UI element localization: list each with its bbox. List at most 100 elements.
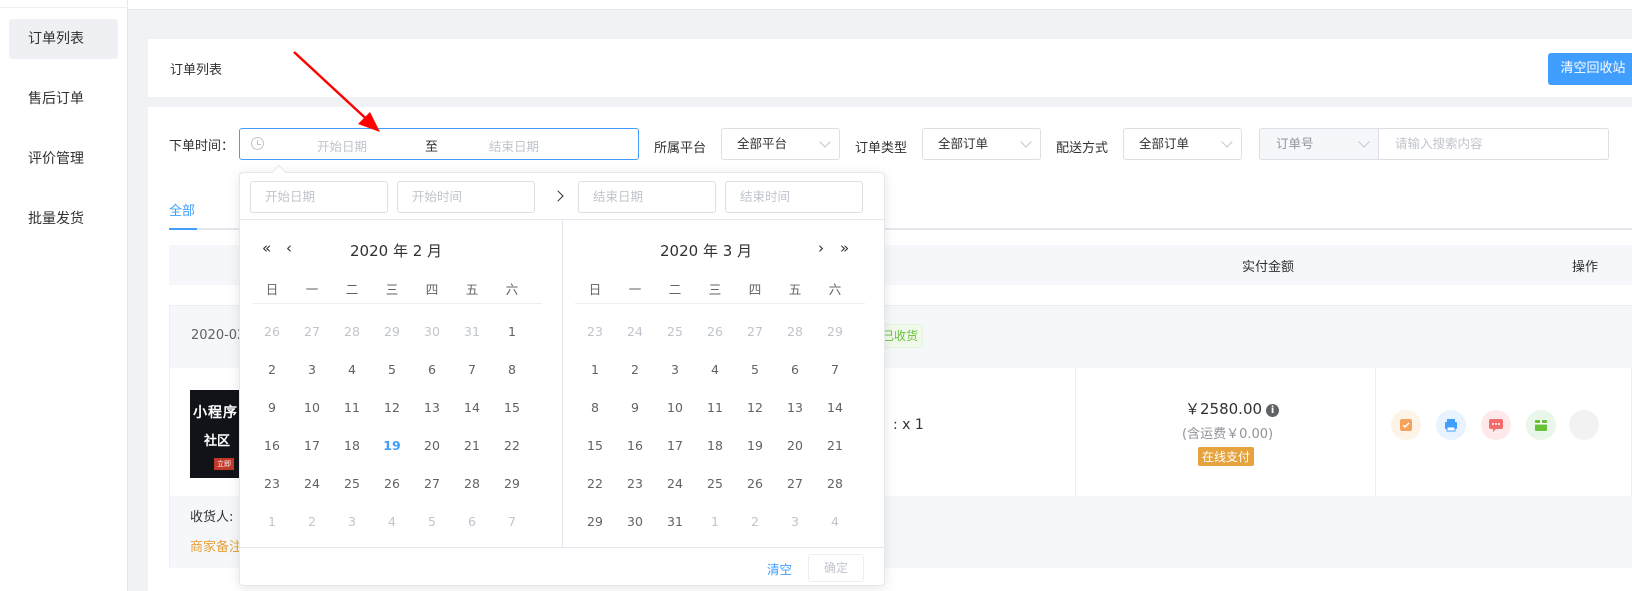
- calendar-day-outside[interactable]: 1: [695, 503, 735, 541]
- calendar-day-outside[interactable]: 3: [332, 503, 372, 541]
- calendar-day[interactable]: 13: [775, 389, 815, 427]
- calendar-day[interactable]: 24: [655, 465, 695, 503]
- picker-confirm-button[interactable]: 确定: [808, 554, 864, 582]
- calendar-day-outside[interactable]: 27: [292, 313, 332, 351]
- calendar-day[interactable]: 21: [815, 427, 855, 465]
- calendar-day[interactable]: 14: [815, 389, 855, 427]
- calendar-day-outside[interactable]: 27: [735, 313, 775, 351]
- calendar-day[interactable]: 6: [412, 351, 452, 389]
- calendar-day[interactable]: 21: [452, 427, 492, 465]
- calendar-day[interactable]: 20: [775, 427, 815, 465]
- calendar-day[interactable]: 11: [332, 389, 372, 427]
- sidebar-item-batch-ship[interactable]: 批量发货: [9, 199, 118, 239]
- next-month-icon[interactable]: ›: [818, 239, 824, 257]
- calendar-day-outside[interactable]: 7: [492, 503, 532, 541]
- calendar-day[interactable]: 28: [815, 465, 855, 503]
- calendar-day[interactable]: 16: [252, 427, 292, 465]
- calendar-day-outside[interactable]: 1: [252, 503, 292, 541]
- calendar-day[interactable]: 15: [575, 427, 615, 465]
- calendar-day[interactable]: 25: [332, 465, 372, 503]
- calendar-day[interactable]: 10: [292, 389, 332, 427]
- calendar-day[interactable]: 27: [412, 465, 452, 503]
- calendar-day-outside[interactable]: 28: [332, 313, 372, 351]
- calendar-day-outside[interactable]: 29: [372, 313, 412, 351]
- calendar-day[interactable]: 18: [695, 427, 735, 465]
- calendar-day[interactable]: 15: [492, 389, 532, 427]
- calendar-day[interactable]: 26: [735, 465, 775, 503]
- tab-all[interactable]: 全部: [169, 200, 195, 219]
- calendar-day[interactable]: 10: [655, 389, 695, 427]
- calendar-day-outside[interactable]: 28: [775, 313, 815, 351]
- order-type-select[interactable]: 全部订单: [922, 128, 1041, 160]
- calendar-day[interactable]: 22: [575, 465, 615, 503]
- calendar-day[interactable]: 9: [615, 389, 655, 427]
- picker-clear-button[interactable]: 清空: [767, 559, 792, 578]
- calendar-day-outside[interactable]: 5: [412, 503, 452, 541]
- calendar-day[interactable]: 7: [452, 351, 492, 389]
- calendar-day-outside[interactable]: 29: [815, 313, 855, 351]
- prev-month-icon[interactable]: ‹: [286, 239, 292, 257]
- calendar-day[interactable]: 17: [292, 427, 332, 465]
- next-year-icon[interactable]: »: [840, 239, 849, 257]
- picker-end-date-input[interactable]: 结束日期: [578, 181, 716, 213]
- calendar-day-outside[interactable]: 30: [412, 313, 452, 351]
- calendar-day-outside[interactable]: 31: [452, 313, 492, 351]
- calendar-day[interactable]: 19: [735, 427, 775, 465]
- calendar-day[interactable]: 16: [615, 427, 655, 465]
- prev-year-icon[interactable]: «: [262, 239, 271, 257]
- info-icon[interactable]: i: [1266, 404, 1280, 417]
- calendar-day[interactable]: 27: [775, 465, 815, 503]
- calendar-day[interactable]: 2: [252, 351, 292, 389]
- calendar-day[interactable]: 2: [615, 351, 655, 389]
- calendar-day[interactable]: 22: [492, 427, 532, 465]
- calendar-day[interactable]: 1: [575, 351, 615, 389]
- picker-end-time-input[interactable]: 结束时间: [725, 181, 863, 213]
- message-button[interactable]: [1481, 410, 1511, 440]
- calendar-day[interactable]: 5: [372, 351, 412, 389]
- calendar-day[interactable]: 14: [452, 389, 492, 427]
- calendar-day-outside[interactable]: 25: [655, 313, 695, 351]
- picker-start-time-input[interactable]: 开始时间: [397, 181, 535, 213]
- confirm-order-button[interactable]: [1391, 410, 1421, 440]
- calendar-day[interactable]: 7: [815, 351, 855, 389]
- calendar-day-outside[interactable]: 24: [615, 313, 655, 351]
- calendar-day[interactable]: 23: [252, 465, 292, 503]
- calendar-day[interactable]: 6: [775, 351, 815, 389]
- calendar-day[interactable]: 28: [452, 465, 492, 503]
- calendar-day[interactable]: 30: [615, 503, 655, 541]
- calendar-day[interactable]: 29: [575, 503, 615, 541]
- calendar-day[interactable]: 24: [292, 465, 332, 503]
- calendar-day[interactable]: 25: [695, 465, 735, 503]
- print-order-button[interactable]: [1436, 410, 1466, 440]
- calendar-day[interactable]: 18: [332, 427, 372, 465]
- calendar-day[interactable]: 13: [412, 389, 452, 427]
- platform-select[interactable]: 全部平台: [721, 128, 840, 160]
- calendar-day[interactable]: 3: [292, 351, 332, 389]
- calendar-day-outside[interactable]: 2: [735, 503, 775, 541]
- calendar-day[interactable]: 20: [412, 427, 452, 465]
- calendar-day-outside[interactable]: 26: [252, 313, 292, 351]
- search-input[interactable]: 请输入搜索内容: [1379, 128, 1609, 160]
- calendar-day[interactable]: 11: [695, 389, 735, 427]
- calendar-day[interactable]: 26: [372, 465, 412, 503]
- calendar-day[interactable]: 19: [372, 427, 412, 465]
- calendar-day-outside[interactable]: 4: [815, 503, 855, 541]
- clear-recycle-bin-button[interactable]: 清空回收站: [1548, 53, 1632, 85]
- calendar-day-outside[interactable]: 3: [775, 503, 815, 541]
- calendar-day[interactable]: 17: [655, 427, 695, 465]
- search-field-select[interactable]: 订单号: [1259, 128, 1379, 160]
- calendar-day[interactable]: 29: [492, 465, 532, 503]
- delivery-select[interactable]: 全部订单: [1123, 128, 1242, 160]
- calendar-day[interactable]: 5: [735, 351, 775, 389]
- sidebar-item-reviews[interactable]: 评价管理: [9, 139, 118, 179]
- calendar-day-outside[interactable]: 2: [292, 503, 332, 541]
- calendar-day-outside[interactable]: 26: [695, 313, 735, 351]
- calendar-day[interactable]: 31: [655, 503, 695, 541]
- more-button[interactable]: [1569, 410, 1599, 440]
- sidebar-item-order-list[interactable]: 订单列表: [9, 19, 118, 59]
- calendar-day[interactable]: 3: [655, 351, 695, 389]
- calendar-day[interactable]: 1: [492, 313, 532, 351]
- ship-button[interactable]: [1526, 410, 1556, 440]
- picker-start-date-input[interactable]: 开始日期: [250, 181, 388, 213]
- sidebar-item-after-sales[interactable]: 售后订单: [9, 79, 118, 119]
